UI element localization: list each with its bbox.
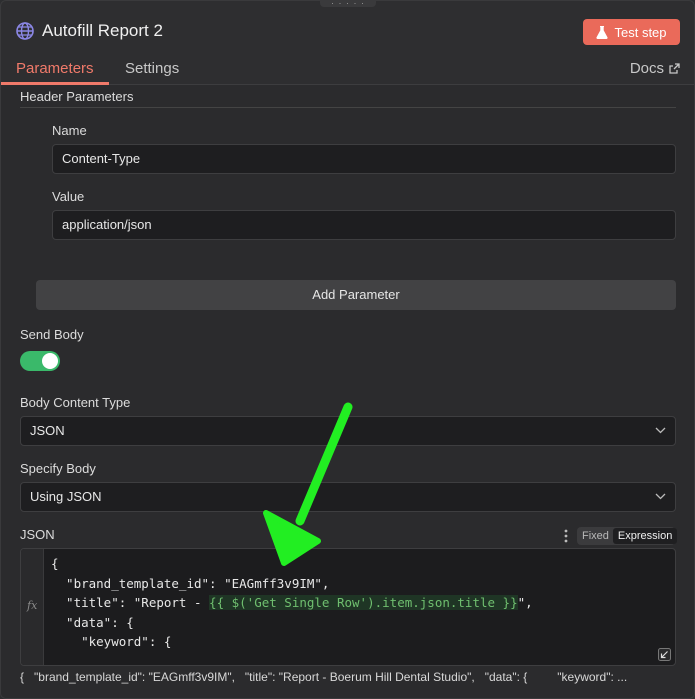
node-panel: · · · · · Autofill Report 2 Test step Pa… (0, 0, 695, 699)
parameters-content: Header Parameters Name Content-Type Valu… (1, 85, 694, 698)
chevron-down-icon (655, 427, 666, 434)
test-step-label: Test step (614, 24, 667, 40)
json-label: JSON (20, 527, 55, 542)
fx-icon: fx (27, 599, 38, 612)
globe-icon (16, 22, 34, 40)
specify-body-value: Using JSON (30, 489, 102, 504)
send-body-toggle[interactable] (20, 351, 60, 371)
expression-result-preview: { "brand_template_id": "EAGmff3v9IM", "t… (20, 670, 628, 684)
drag-handle[interactable]: · · · · · (320, 1, 376, 8)
flask-icon (596, 25, 609, 39)
code-line: "data": { (51, 614, 134, 630)
options-kebab-icon[interactable] (564, 529, 568, 543)
header-parameters-label: Header Parameters (20, 89, 134, 104)
value-label: Value (52, 189, 85, 204)
add-parameter-button[interactable]: Add Parameter (36, 280, 676, 310)
body-content-type-select[interactable]: JSON (20, 416, 676, 446)
code-line: { (51, 556, 59, 571)
node-title[interactable]: Autofill Report 2 (42, 21, 163, 41)
name-input[interactable]: Content-Type (52, 144, 676, 174)
test-step-button[interactable]: Test step (583, 19, 680, 45)
code-content[interactable]: { "brand_template_id": "EAGmff3v9IM", "t… (51, 554, 533, 652)
editor-gutter: fx (21, 549, 44, 665)
docs-link[interactable]: Docs (630, 60, 680, 77)
panel-header: Autofill Report 2 Test step (1, 11, 694, 51)
code-line: "keyword": { (51, 634, 172, 649)
code-line: "brand_template_id": "EAGmff3v9IM", (51, 575, 330, 591)
toggle-knob (42, 353, 58, 369)
section-divider (20, 107, 676, 108)
json-mode-switch: Fixed Expression (577, 527, 678, 545)
chevron-down-icon (655, 493, 666, 500)
json-code-editor[interactable]: fx { "brand_template_id": "EAGmff3v9IM",… (20, 548, 676, 666)
code-text: ", (517, 595, 533, 610)
value-input[interactable]: application/json (52, 210, 676, 240)
docs-label: Docs (629, 60, 664, 77)
mode-fixed-button[interactable]: Fixed (577, 527, 613, 545)
tab-settings[interactable]: Settings (125, 60, 179, 78)
body-content-type-value: JSON (30, 423, 65, 438)
body-content-type-label: Body Content Type (20, 395, 131, 410)
specify-body-label: Specify Body (20, 461, 96, 476)
send-body-label: Send Body (20, 327, 84, 342)
tab-bar: Parameters Settings Docs (1, 53, 694, 85)
expression-highlight: {{ $('Get Single Row').item.json.title }… (209, 595, 518, 610)
expand-editor-icon[interactable] (658, 648, 671, 661)
code-text: "title": "Report - (51, 595, 210, 610)
name-label: Name (52, 123, 87, 138)
external-link-icon (669, 63, 680, 74)
tab-parameters[interactable]: Parameters (16, 60, 94, 78)
specify-body-select[interactable]: Using JSON (20, 482, 676, 512)
mode-expression-button[interactable]: Expression (612, 528, 678, 544)
code-line: "title": "Report - {{ $('Get Single Row'… (51, 593, 533, 613)
